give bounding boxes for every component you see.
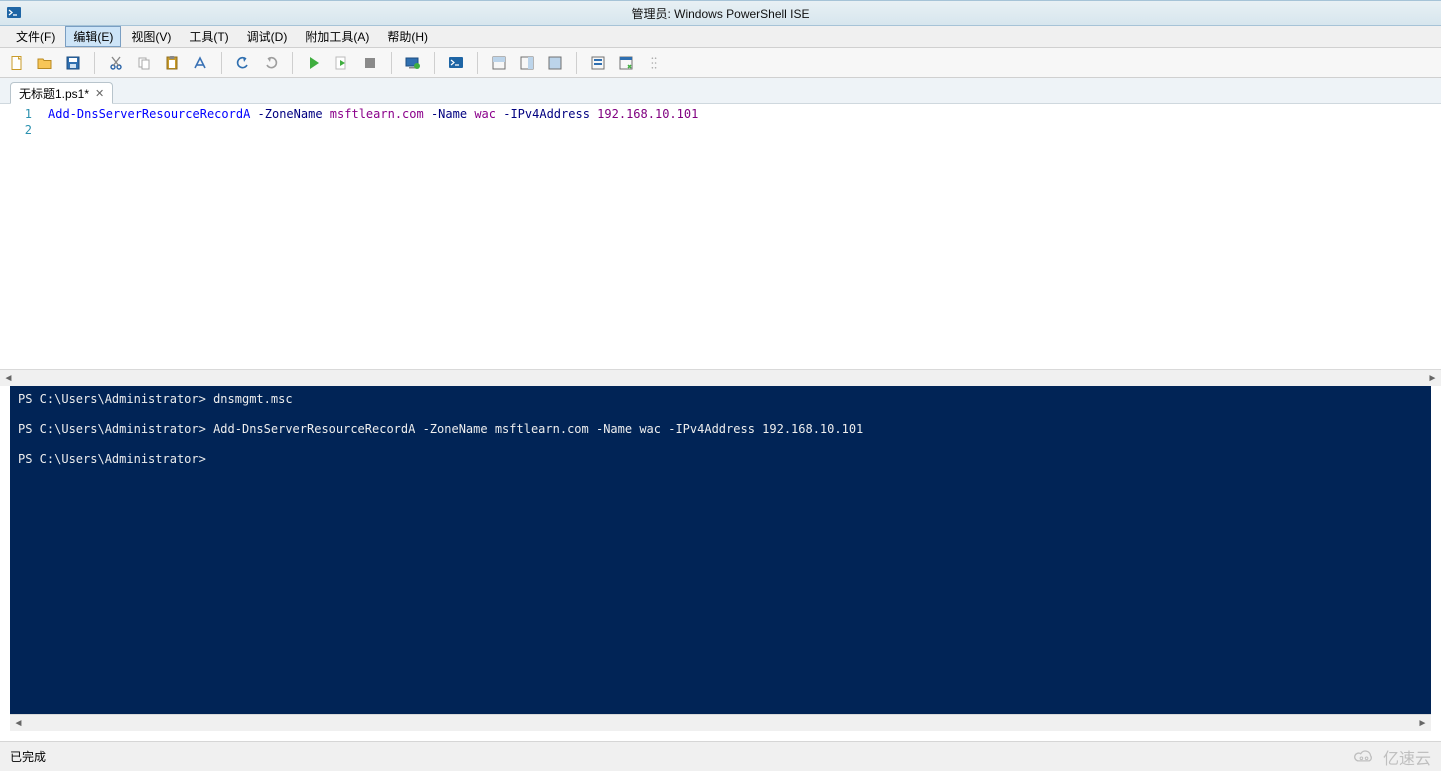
watermark-text: 亿速云 [1383,745,1431,769]
undo-button[interactable] [230,50,256,76]
code-token: msftlearn.com [330,107,424,121]
menu-help[interactable]: 帮助(H) [379,26,436,47]
script-tab[interactable]: 无标题1.ps1* ✕ [10,82,113,104]
menu-view[interactable]: 视图(V) [123,26,179,47]
cloud-icon [1351,748,1377,766]
editor-gutter: 12 [0,104,40,369]
menu-addons[interactable]: 附加工具(A) [297,26,377,47]
stop-button[interactable] [357,50,383,76]
watermark: 亿速云 [1351,745,1431,769]
script-editor[interactable]: 12 Add-DnsServerResourceRecordA -ZoneNam… [0,104,1441,369]
start-powershell-button[interactable] [443,50,469,76]
toolbar-separator [94,52,95,74]
open-file-button[interactable] [32,50,58,76]
code-line[interactable] [48,122,698,138]
paste-button[interactable] [159,50,185,76]
console-command [206,452,213,466]
show-script-pane-right-button[interactable] [514,50,540,76]
show-script-pane-max-button[interactable] [542,50,568,76]
console-prompt: PS C:\Users\Administrator> [18,452,206,466]
editor-code[interactable]: Add-DnsServerResourceRecordA -ZoneName m… [40,104,698,369]
code-token [424,107,431,121]
run-selection-button[interactable] [329,50,355,76]
toolbar-separator [477,52,478,74]
window: 管理员: Windows PowerShell ISE 文件(F) 编辑(E) … [0,0,1441,771]
new-remote-tab-button[interactable] [400,50,426,76]
title-bar: 管理员: Windows PowerShell ISE [0,0,1441,26]
new-file-button[interactable] [4,50,30,76]
toolbar-separator [576,52,577,74]
console-horizontal-scrollbar[interactable]: ◄ ► [10,714,1431,731]
console-command: Add-DnsServerResourceRecordA -ZoneName m… [206,422,863,436]
copy-button[interactable] [131,50,157,76]
close-icon[interactable]: ✕ [95,87,104,100]
toolbar [0,48,1441,78]
toolbar-separator [391,52,392,74]
show-command-addon-button[interactable] [585,50,611,76]
toolbar-separator [221,52,222,74]
script-editor-pane: 12 Add-DnsServerResourceRecordA -ZoneNam… [0,104,1441,386]
code-token: 192.168.10.101 [597,107,698,121]
menu-debug[interactable]: 调试(D) [239,26,296,47]
console-prompt: PS C:\Users\Administrator> [18,422,206,436]
show-command-window-button[interactable] [613,50,639,76]
console-line: PS C:\Users\Administrator> [18,452,1423,467]
console-line: PS C:\Users\Administrator> dnsmgmt.msc [18,392,1423,407]
line-number: 2 [0,122,32,138]
scroll-track[interactable] [17,372,1424,384]
console-pane[interactable]: PS C:\Users\Administrator> dnsmgmt.mscPS… [10,386,1431,714]
scroll-right-icon[interactable]: ► [1414,716,1431,731]
menu-bar: 文件(F) 编辑(E) 视图(V) 工具(T) 调试(D) 附加工具(A) 帮助… [0,26,1441,48]
scroll-right-icon[interactable]: ► [1424,371,1441,386]
save-button[interactable] [60,50,86,76]
window-title: 管理员: Windows PowerShell ISE [0,5,1441,22]
status-text: 已完成 [10,748,46,765]
run-script-button[interactable] [301,50,327,76]
console-line: PS C:\Users\Administrator> Add-DnsServer… [18,422,1423,437]
code-token [323,107,330,121]
code-token: -IPv4Address [503,107,590,121]
toolbar-separator [434,52,435,74]
tab-label: 无标题1.ps1* [19,85,89,102]
code-line[interactable]: Add-DnsServerResourceRecordA -ZoneName m… [48,106,698,122]
scroll-left-icon[interactable]: ◄ [10,716,27,731]
redo-button[interactable] [258,50,284,76]
code-token: -Name [431,107,467,121]
console-command: dnsmgmt.msc [206,392,293,406]
show-script-pane-top-button[interactable] [486,50,512,76]
toolbar-handle[interactable] [641,50,667,76]
menu-edit[interactable]: 编辑(E) [65,26,121,47]
console-pane-wrap: PS C:\Users\Administrator> dnsmgmt.mscPS… [10,386,1431,731]
menu-tools[interactable]: 工具(T) [181,26,236,47]
clear-button[interactable] [187,50,213,76]
menu-file[interactable]: 文件(F) [8,26,63,47]
editor-horizontal-scrollbar[interactable]: ◄ ► [0,369,1441,386]
scroll-left-icon[interactable]: ◄ [0,371,17,386]
console-prompt: PS C:\Users\Administrator> [18,392,206,406]
cut-button[interactable] [103,50,129,76]
status-bar: 已完成 亿速云 [0,741,1441,771]
line-number: 1 [0,106,32,122]
code-token: wac [474,107,496,121]
code-token: Add-DnsServerResourceRecordA [48,107,250,121]
script-tabs: 无标题1.ps1* ✕ [0,78,1441,104]
code-token: -ZoneName [258,107,323,121]
code-token [250,107,257,121]
toolbar-separator [292,52,293,74]
